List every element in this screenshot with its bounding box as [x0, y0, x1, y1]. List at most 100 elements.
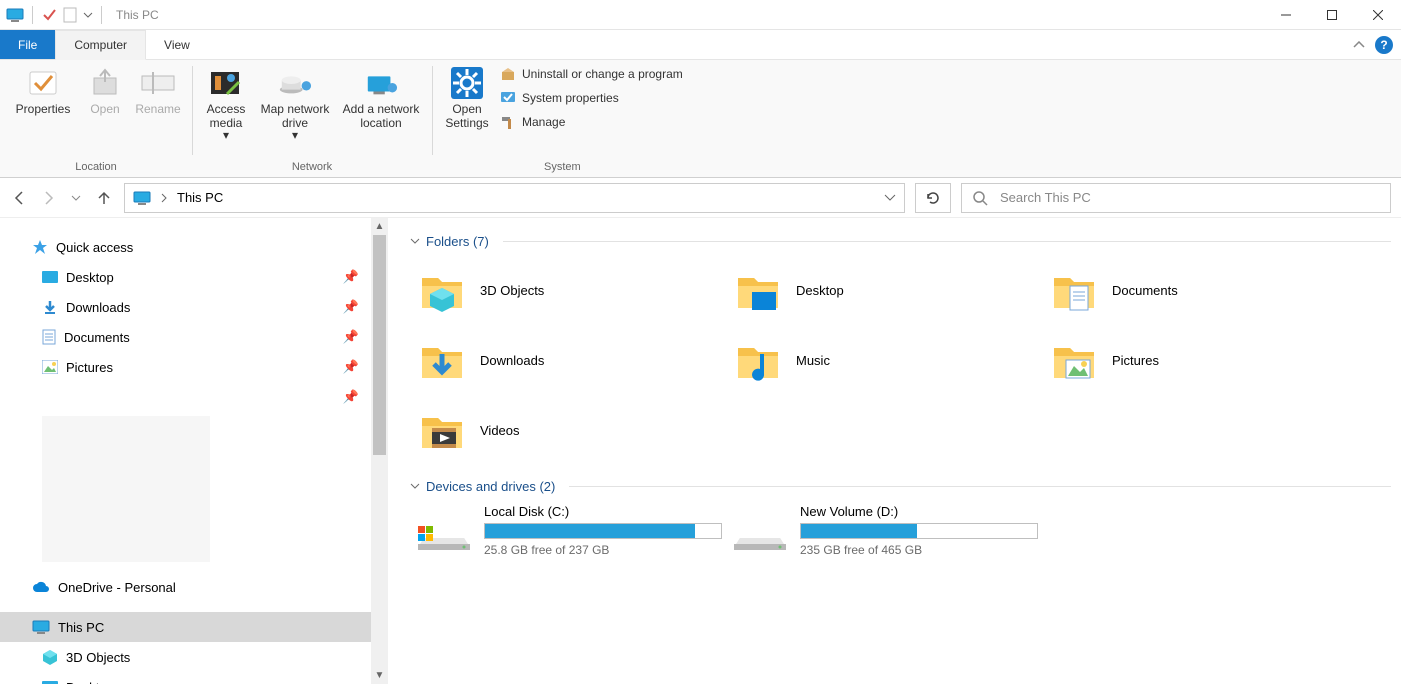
map-drive-button[interactable]: Map network drive ▾ — [254, 62, 336, 142]
forward-button[interactable] — [38, 188, 58, 208]
refresh-button[interactable] — [915, 183, 951, 213]
folder-name: Music — [796, 353, 830, 368]
rename-button[interactable]: Rename — [130, 62, 186, 116]
tab-file[interactable]: File — [0, 30, 55, 59]
pc-icon — [32, 620, 50, 634]
access-media-icon — [209, 66, 243, 100]
folder-item[interactable]: Pictures — [1042, 325, 1358, 395]
group-label-network: Network — [198, 157, 426, 177]
titlebar: This PC — [0, 0, 1401, 30]
open-settings-button[interactable]: Open Settings — [438, 62, 496, 130]
sidebar-item-desktop-2[interactable]: Desktop — [0, 672, 371, 684]
map-drive-icon — [278, 66, 312, 100]
scroll-up-icon[interactable]: ▲ — [371, 218, 388, 235]
sidebar-item-hidden[interactable]: 📌 — [0, 382, 371, 412]
scroll-thumb[interactable] — [373, 235, 386, 455]
breadcrumb[interactable]: This PC — [177, 190, 223, 205]
sidebar-this-pc[interactable]: This PC — [0, 612, 371, 642]
open-button[interactable]: Open — [80, 62, 130, 116]
properties-icon — [26, 66, 60, 100]
gear-icon — [450, 66, 484, 100]
properties-button[interactable]: Properties — [6, 62, 80, 116]
recent-dropdown[interactable] — [66, 188, 86, 208]
sidebar-onedrive[interactable]: OneDrive - Personal — [0, 572, 371, 602]
collapse-ribbon-icon[interactable] — [1353, 41, 1365, 49]
folder-item[interactable]: Documents — [1042, 255, 1358, 325]
nav-pane: Quick access Desktop 📌 Downloads 📌 Docum… — [0, 218, 388, 684]
sidebar-item-label: Documents — [64, 330, 130, 345]
search-input[interactable] — [1000, 190, 1380, 205]
uninstall-label: Uninstall or change a program — [522, 67, 683, 81]
drives-header[interactable]: Devices and drives (2) — [410, 479, 1391, 494]
chevron-right-icon[interactable] — [161, 193, 167, 203]
rename-icon — [141, 66, 175, 100]
qat-document-icon[interactable] — [63, 7, 77, 23]
folders-header[interactable]: Folders (7) — [410, 234, 1391, 249]
access-media-button[interactable]: Access media ▾ — [198, 62, 254, 142]
help-icon[interactable]: ? — [1375, 36, 1393, 54]
folder-item[interactable]: Videos — [410, 395, 726, 465]
sidebar-item-desktop[interactable]: Desktop 📌 — [0, 262, 371, 292]
monitor-check-icon — [500, 90, 516, 106]
folder-item[interactable]: Music — [726, 325, 1042, 395]
tab-computer[interactable]: Computer — [55, 30, 146, 60]
manage-button[interactable]: Manage — [496, 112, 687, 132]
sidebar-item-label: Pictures — [66, 360, 113, 375]
add-location-label: Add a network location — [343, 102, 420, 130]
group-label-location: Location — [6, 157, 186, 177]
nav-row: This PC — [0, 178, 1401, 218]
address-dropdown-icon[interactable] — [884, 194, 896, 202]
content-pane: Folders (7) 3D Objects DesktopDocuments Do… — [388, 218, 1401, 684]
folder-icon — [734, 336, 782, 384]
folder-icon — [418, 406, 466, 454]
sidebar-item-label: This PC — [58, 620, 104, 635]
pin-icon: 📌 — [343, 329, 359, 345]
sidebar-item-3d-objects[interactable]: 3D Objects — [0, 642, 371, 672]
chevron-down-icon — [410, 483, 420, 490]
sidebar-item-documents[interactable]: Documents 📌 — [0, 322, 371, 352]
address-bar[interactable]: This PC — [124, 183, 905, 213]
maximize-button[interactable] — [1309, 0, 1355, 30]
sidebar-quick-access[interactable]: Quick access — [0, 232, 371, 262]
folder-icon — [1050, 266, 1098, 314]
folder-icon — [734, 266, 782, 314]
properties-label: Properties — [16, 102, 71, 116]
close-button[interactable] — [1355, 0, 1401, 30]
tab-view[interactable]: View — [146, 30, 208, 59]
minimize-button[interactable] — [1263, 0, 1309, 30]
rename-label: Rename — [135, 102, 180, 116]
open-label: Open — [90, 102, 119, 116]
drive-free-text: 235 GB free of 465 GB — [800, 543, 1038, 557]
add-location-button[interactable]: Add a network location — [336, 62, 426, 130]
star-icon — [32, 239, 48, 255]
folder-item[interactable]: Downloads — [410, 325, 726, 395]
drive-item[interactable]: Local Disk (C:)25.8 GB free of 237 GB — [410, 500, 726, 561]
scroll-down-icon[interactable]: ▼ — [371, 667, 388, 684]
up-button[interactable] — [94, 188, 114, 208]
drive-free-text: 25.8 GB free of 237 GB — [484, 543, 722, 557]
folder-item[interactable]: 3D Objects — [410, 255, 726, 325]
desktop-icon — [42, 271, 58, 283]
sidebar-scrollbar[interactable]: ▲ ▼ — [371, 218, 388, 684]
drive-item[interactable]: New Volume (D:)235 GB free of 465 GB — [726, 500, 1042, 561]
search-box[interactable] — [961, 183, 1391, 213]
cloud-icon — [32, 581, 50, 593]
system-properties-button[interactable]: System properties — [496, 88, 687, 108]
sidebar-item-pictures[interactable]: Pictures 📌 — [0, 352, 371, 382]
drive-icon — [734, 504, 786, 552]
group-label-system: System — [438, 157, 687, 177]
folder-name: 3D Objects — [480, 283, 544, 298]
folder-icon — [1050, 336, 1098, 384]
back-button[interactable] — [10, 188, 30, 208]
qat-dropdown-icon[interactable] — [83, 12, 93, 18]
pin-icon: 📌 — [343, 389, 359, 405]
ribbon-group-network: Access media ▾ Map network drive ▾ Add a… — [192, 62, 432, 177]
sidebar-item-downloads[interactable]: Downloads 📌 — [0, 292, 371, 322]
open-settings-label: Open Settings — [445, 102, 488, 130]
pc-icon — [6, 8, 24, 22]
picture-icon — [42, 360, 58, 374]
folder-item[interactable]: Desktop — [726, 255, 1042, 325]
uninstall-button[interactable]: Uninstall or change a program — [496, 64, 687, 84]
pin-icon: 📌 — [343, 269, 359, 285]
qat-properties-icon[interactable] — [41, 7, 57, 23]
